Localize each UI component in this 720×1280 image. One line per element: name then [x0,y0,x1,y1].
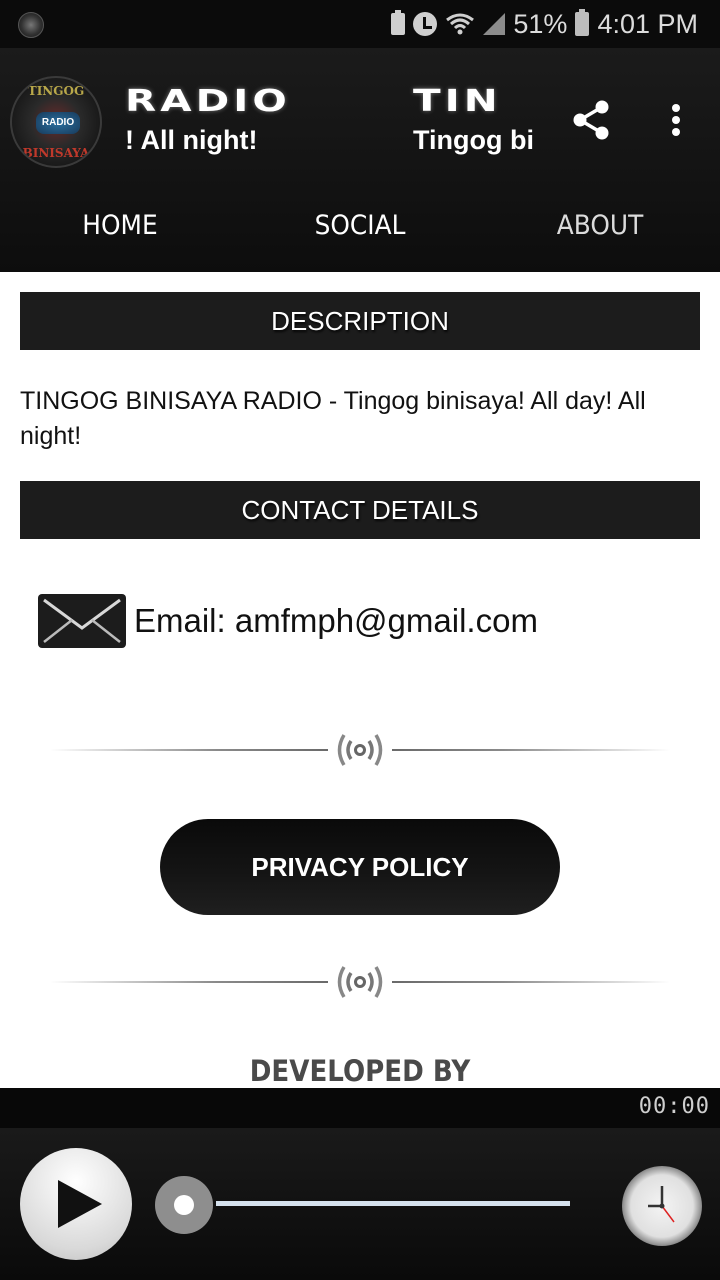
wifi-icon [445,12,475,36]
player-time-bar: 00:00 [0,1088,720,1128]
email-address[interactable]: Email: amfmph@gmail.com [134,602,538,640]
marquee-title: RADIO [125,84,291,119]
status-bar: 51% 4:01 PM [0,0,720,48]
contact-details-header: CONTACT DETAILS [20,481,700,539]
marquee-title: TIN [413,84,502,119]
station-logo: TINGOG RADIO BINISAYA [10,76,102,168]
battery-percent: 51% [513,8,568,39]
sleep-timer-button[interactable] [622,1166,702,1246]
divider [50,730,670,770]
battery-saver-icon [391,10,406,35]
now-playing-marquee: RADIO ! All night! TIN Tingog bi [125,84,545,164]
more-vert-icon [672,104,680,136]
alarm-icon [413,12,438,36]
logo-bottom-text: BINISAYA [22,146,90,160]
marquee-item: RADIO ! All night! [125,84,287,156]
app-notification-icon [18,12,44,38]
description-header: DESCRIPTION [20,292,700,350]
clock-icon [648,1186,675,1223]
clock-time: 4:01 PM [597,8,698,39]
tab-home[interactable]: HOME [10,178,231,272]
broadcast-icon [335,730,385,770]
divider-line-right [392,749,670,751]
app-header: TINGOG RADIO BINISAYA RADIO ! All night!… [0,48,720,272]
divider-line-right [392,981,670,983]
seek-thumb[interactable] [155,1176,213,1234]
battery-charging-icon [575,9,590,36]
signal-icon [483,13,506,35]
about-content[interactable]: DESCRIPTION TINGOG BINISAYA RADIO - Ting… [0,272,720,1088]
tab-social[interactable]: SOCIAL [250,178,471,272]
divider-line-left [50,981,328,983]
logo-top-text: TINGOG [27,84,85,98]
logo-center-text: RADIO [36,112,80,134]
divider [50,962,670,1002]
seek-bar[interactable] [216,1201,570,1206]
developed-by-heading: DEVELOPED BY [249,1054,471,1088]
audio-player: 00:00 [0,1088,720,1280]
share-button[interactable] [570,96,614,144]
elapsed-time: 00:00 [638,1094,710,1119]
broadcast-icon [335,962,385,1002]
status-icons: 51% 4:01 PM [391,0,698,48]
marquee-subtitle: Tingog bi [413,125,534,155]
email-contact[interactable]: Email: amfmph@gmail.com [38,594,538,648]
player-controls [0,1128,720,1280]
share-icon [573,100,609,140]
more-options-button[interactable] [660,96,692,144]
play-button[interactable] [20,1148,132,1260]
description-text: TINGOG BINISAYA RADIO - Tingog binisaya!… [20,387,646,450]
email-icon [38,594,126,648]
tab-bar: HOME SOCIAL ABOUT [0,178,720,272]
privacy-policy-button[interactable]: PRIVACY POLICY [160,819,560,915]
tab-about[interactable]: ABOUT [490,178,711,272]
marquee-subtitle: ! All night! [125,125,258,155]
play-icon [58,1180,102,1228]
marquee-item: TIN Tingog bi [413,84,534,156]
divider-line-left [50,749,328,751]
